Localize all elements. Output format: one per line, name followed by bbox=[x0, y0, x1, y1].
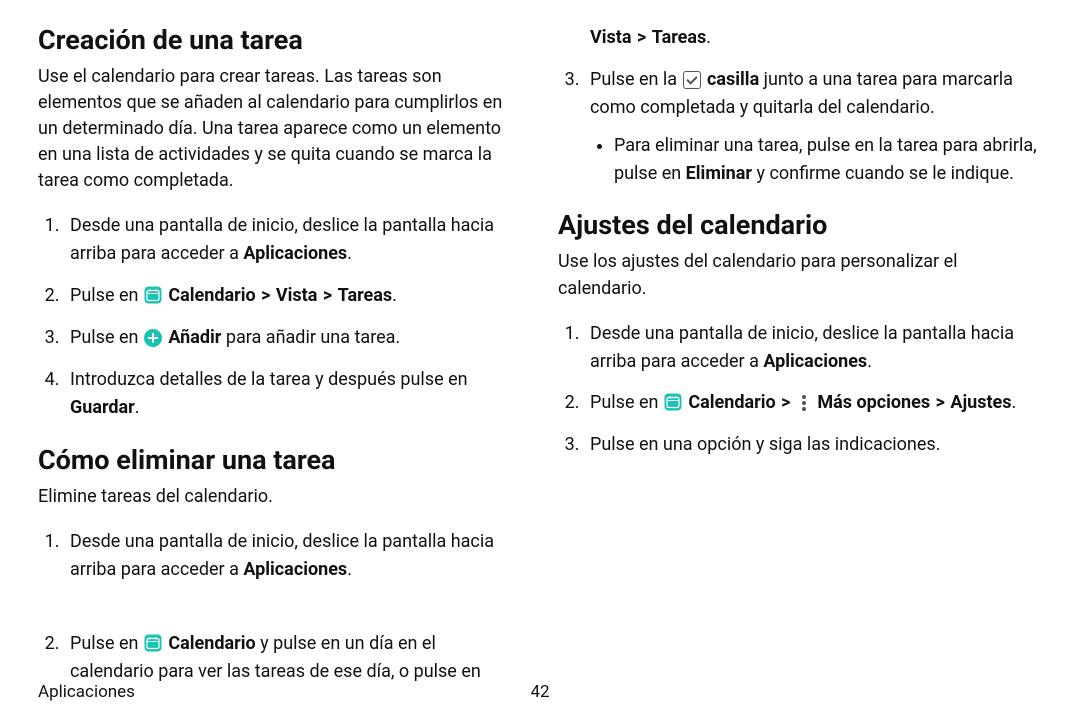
lead-calendar-settings: Use los ajustes del calendario para pers… bbox=[558, 249, 1042, 301]
list-item: Pulse en Calendario > Más opciones > Aju… bbox=[584, 389, 1042, 417]
steps-create-task: Desde una pantalla de inicio, deslice la… bbox=[38, 212, 522, 421]
step-text: . bbox=[392, 285, 397, 306]
more-options-icon bbox=[797, 395, 811, 411]
bold-text: Tareas bbox=[652, 27, 707, 48]
heading-calendar-settings: Ajustes del calendario bbox=[558, 209, 1042, 241]
bold-text: Tareas bbox=[338, 285, 393, 306]
bold-text: Calendario bbox=[688, 392, 775, 413]
calendar-icon bbox=[144, 286, 162, 304]
step-text: . bbox=[135, 397, 140, 418]
bold-text: Aplicaciones bbox=[243, 559, 347, 580]
bold-text: Aplicaciones bbox=[243, 243, 347, 264]
step-text: Pulse en la bbox=[590, 69, 682, 90]
list-item: Pulse en la casilla junto a una tarea pa… bbox=[584, 66, 1042, 188]
bold-text: Vista bbox=[276, 285, 318, 306]
bold-text: Vista bbox=[590, 27, 632, 48]
list-item: Pulse en Calendario > Vista > Tareas. bbox=[64, 282, 522, 310]
chevron-icon: > bbox=[780, 392, 791, 413]
step-text: para añadir una tarea. bbox=[221, 327, 400, 348]
bold-text: Ajustes bbox=[950, 392, 1011, 413]
step-text: y confirme cuando se le indique. bbox=[752, 163, 1014, 184]
step-text: Pulse en bbox=[70, 285, 143, 306]
step-text: . bbox=[1012, 392, 1017, 413]
step-text: . bbox=[347, 243, 352, 264]
step-text: Pulse en bbox=[590, 392, 663, 413]
sub-bullets: Para eliminar una tarea, pulse en la tar… bbox=[590, 132, 1042, 188]
heading-delete-task: Cómo eliminar una tarea bbox=[38, 444, 522, 476]
bold-text: Aplicaciones bbox=[763, 351, 867, 372]
list-item: Pulse en una opción y siga las indicacio… bbox=[584, 431, 1042, 459]
list-item: Introduzca detalles de la tarea y despué… bbox=[64, 366, 522, 422]
list-item: Desde una pantalla de inicio, deslice la… bbox=[64, 528, 522, 616]
bold-text: Más opciones bbox=[817, 392, 930, 413]
page-number: 42 bbox=[530, 682, 549, 702]
calendar-icon bbox=[144, 634, 162, 652]
chevron-icon: > bbox=[260, 285, 271, 306]
chevron-icon: > bbox=[935, 392, 946, 413]
heading-create-task: Creación de una tarea bbox=[38, 24, 522, 56]
footer-section-label: Aplicaciones bbox=[38, 682, 135, 702]
lead-create-task: Use el calendario para crear tareas. Las… bbox=[38, 64, 522, 194]
chevron-icon: > bbox=[636, 27, 647, 48]
bold-text: Calendario bbox=[168, 285, 255, 306]
list-item: Pulse en Añadir para añadir una tarea. bbox=[64, 324, 522, 352]
step-text: Pulse en bbox=[70, 327, 143, 348]
bold-text: Eliminar bbox=[686, 163, 752, 184]
document-page: Creación de una tarea Use el calendario … bbox=[0, 0, 1080, 720]
chevron-icon: > bbox=[322, 285, 333, 306]
lead-delete-task: Elimine tareas del calendario. bbox=[38, 484, 522, 510]
step-text: . bbox=[347, 559, 352, 580]
bold-text: casilla bbox=[707, 69, 759, 90]
list-item: Para eliminar una tarea, pulse en la tar… bbox=[614, 132, 1042, 188]
step-text: Pulse en una opción y siga las indicacio… bbox=[590, 434, 940, 455]
list-item: Desde una pantalla de inicio, deslice la… bbox=[64, 212, 522, 268]
bold-text: Añadir bbox=[168, 327, 221, 348]
calendar-icon bbox=[664, 393, 682, 411]
bold-text: Calendario bbox=[168, 633, 255, 654]
step-text: . bbox=[706, 27, 711, 48]
step-text: Introduzca detalles de la tarea y despué… bbox=[70, 369, 468, 390]
bold-text: Guardar bbox=[70, 397, 135, 418]
list-item: Desde una pantalla de inicio, deslice la… bbox=[584, 320, 1042, 376]
add-icon bbox=[144, 329, 162, 347]
checkbox-icon bbox=[683, 71, 701, 89]
step-text: . bbox=[867, 351, 872, 372]
steps-calendar-settings: Desde una pantalla de inicio, deslice la… bbox=[558, 320, 1042, 460]
step-text: Pulse en bbox=[70, 633, 143, 654]
page-footer: Aplicaciones 42 bbox=[38, 682, 1042, 702]
